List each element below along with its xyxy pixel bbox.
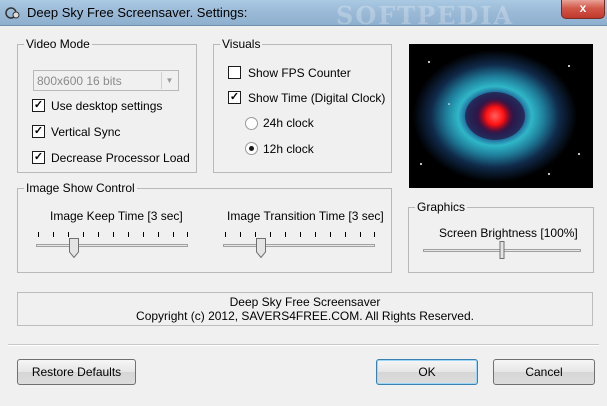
window-title: Deep Sky Free Screensaver. Settings: bbox=[27, 5, 248, 20]
tick bbox=[38, 232, 39, 237]
show-time-checkbox[interactable]: ✓ bbox=[228, 91, 241, 104]
image-keep-time-label: Image Keep Time [3 sec] bbox=[50, 209, 183, 223]
decrease-processor-load-label: Decrease Processor Load bbox=[51, 151, 190, 165]
ok-button[interactable]: OK bbox=[376, 359, 478, 385]
clock-24h-label: 24h clock bbox=[263, 116, 314, 130]
tick bbox=[374, 232, 375, 237]
vertical-sync-checkbox[interactable]: ✓ bbox=[32, 125, 45, 138]
close-button[interactable]: x bbox=[561, 0, 605, 19]
tick bbox=[68, 232, 69, 237]
cancel-button[interactable]: Cancel bbox=[493, 359, 595, 385]
tick bbox=[128, 232, 129, 237]
restore-defaults-button[interactable]: Restore Defaults bbox=[17, 359, 136, 385]
helix-nebula-image bbox=[409, 44, 593, 188]
title-bar: Deep Sky Free Screensaver. Settings: SOF… bbox=[0, 0, 607, 30]
keep-time-ticks bbox=[38, 232, 188, 237]
watermark-logo: SOFTPEDIA bbox=[336, 1, 515, 30]
clock-12h-label: 12h clock bbox=[263, 142, 314, 156]
tick bbox=[225, 232, 226, 237]
image-show-control-group: Image Show Control Image Keep Time [3 se… bbox=[17, 181, 392, 273]
preview-image bbox=[409, 44, 593, 188]
radio-selected-dot bbox=[249, 146, 254, 151]
about-info-box: Deep Sky Free Screensaver Copyright (c) … bbox=[17, 292, 593, 326]
image-keep-time-slider[interactable] bbox=[36, 244, 188, 247]
graphics-label: Graphics bbox=[415, 200, 468, 214]
graphics-group: Graphics Screen Brightness [100%] bbox=[408, 200, 594, 273]
transition-time-ticks bbox=[225, 232, 375, 237]
resolution-value: 800x600 16 bits bbox=[37, 74, 122, 88]
image-transition-time-slider[interactable] bbox=[223, 244, 375, 247]
product-name-text: Deep Sky Free Screensaver bbox=[229, 295, 381, 309]
tick bbox=[240, 232, 241, 237]
tick bbox=[300, 232, 301, 237]
image-keep-time-slider-thumb[interactable] bbox=[69, 238, 79, 258]
tick bbox=[53, 232, 54, 237]
chevron-down-icon[interactable]: ▼ bbox=[161, 72, 177, 89]
tick bbox=[345, 232, 346, 237]
tick bbox=[285, 232, 286, 237]
resolution-select[interactable]: 800x600 16 bits ▼ bbox=[33, 70, 179, 91]
video-mode-label: Video Mode bbox=[24, 37, 92, 51]
image-transition-time-slider-thumb[interactable] bbox=[256, 238, 266, 258]
use-desktop-settings-checkbox[interactable]: ✓ bbox=[32, 99, 45, 112]
tick bbox=[315, 232, 316, 237]
use-desktop-settings-label: Use desktop settings bbox=[51, 99, 163, 113]
screen-brightness-slider-thumb[interactable] bbox=[497, 241, 507, 259]
image-transition-time-label: Image Transition Time [3 sec] bbox=[227, 209, 384, 223]
show-fps-checkbox[interactable] bbox=[228, 66, 241, 79]
clock-24h-radio[interactable] bbox=[245, 117, 258, 130]
separator bbox=[8, 344, 599, 346]
visuals-group: Visuals Show FPS Counter ✓ Show Time (Di… bbox=[213, 37, 392, 173]
tick bbox=[158, 232, 159, 237]
decrease-processor-load-checkbox[interactable]: ✓ bbox=[32, 151, 45, 164]
video-mode-group: Video Mode 800x600 16 bits ▼ ✓ Use deskt… bbox=[17, 37, 197, 173]
app-icon bbox=[5, 7, 20, 19]
tick bbox=[255, 232, 256, 237]
image-show-control-label: Image Show Control bbox=[24, 181, 137, 195]
visuals-label: Visuals bbox=[220, 37, 263, 51]
tick bbox=[360, 232, 361, 237]
clock-12h-radio[interactable] bbox=[245, 142, 258, 155]
tick bbox=[173, 232, 174, 237]
vertical-sync-label: Vertical Sync bbox=[51, 125, 121, 139]
copyright-text: Copyright (c) 2012, SAVERS4FREE.COM. All… bbox=[136, 309, 474, 323]
show-time-label: Show Time (Digital Clock) bbox=[248, 91, 386, 105]
tick bbox=[270, 232, 271, 237]
tick bbox=[98, 232, 99, 237]
screen-brightness-label: Screen Brightness [100%] bbox=[439, 226, 578, 240]
tick bbox=[143, 232, 144, 237]
show-fps-label: Show FPS Counter bbox=[248, 66, 351, 80]
tick bbox=[83, 232, 84, 237]
tick bbox=[113, 232, 114, 237]
tick bbox=[187, 232, 188, 237]
tick bbox=[330, 232, 331, 237]
